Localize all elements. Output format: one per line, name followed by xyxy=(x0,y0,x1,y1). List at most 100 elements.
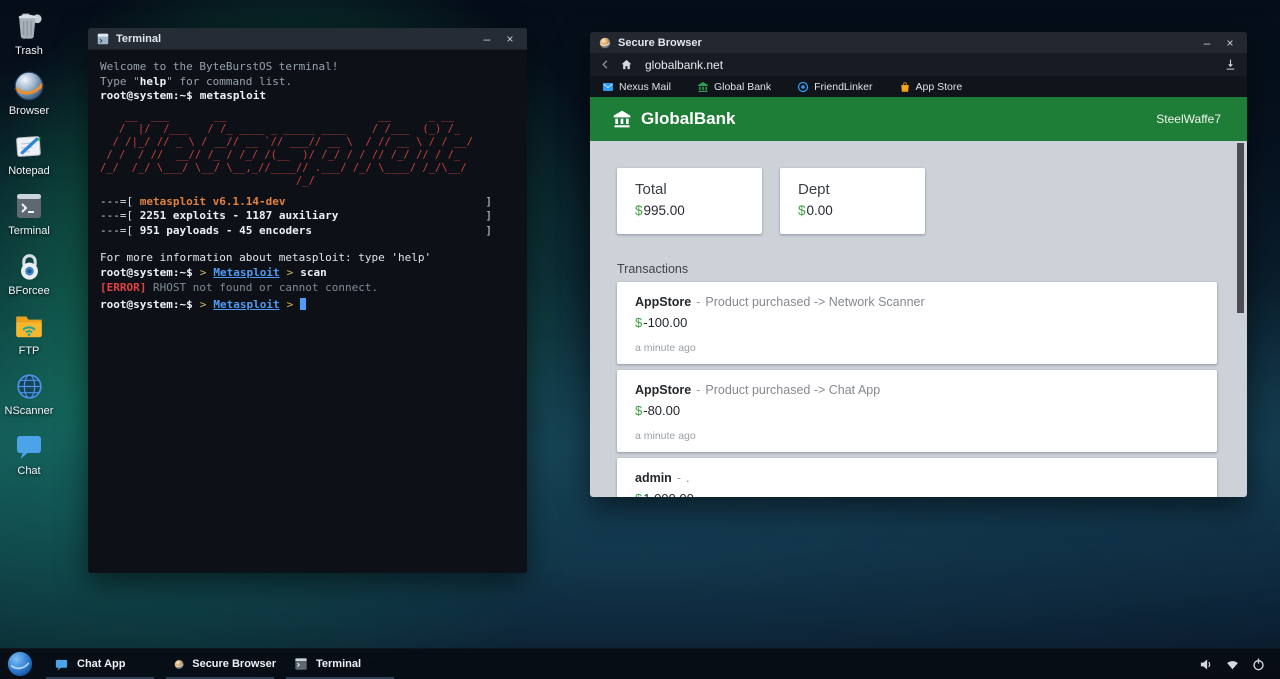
browser-navbar: globalbank.net xyxy=(590,53,1247,76)
bookmark-app-store[interactable]: App Store xyxy=(899,81,963,93)
summary-cards: Total $995.00 Dept $0.00 xyxy=(617,168,1217,234)
bookmark-label: App Store xyxy=(916,81,963,93)
desktop-icon-label: Trash xyxy=(15,45,43,57)
page-scrollbar-thumb[interactable] xyxy=(1237,143,1244,313)
terminal-cursor xyxy=(300,298,306,310)
desktop-icon-label: Terminal xyxy=(8,225,50,237)
trash-icon xyxy=(13,8,46,44)
wifi-icon[interactable] xyxy=(1225,657,1240,672)
desktop-icon-terminal[interactable]: Terminal xyxy=(4,188,54,248)
dept-amount: $0.00 xyxy=(798,203,907,218)
bookmark-friendlinker[interactable]: FriendLinker xyxy=(797,81,872,93)
terminal-scan-command-line: root@system:~$>Metasploit>scan xyxy=(100,266,515,281)
home-button[interactable] xyxy=(620,58,633,71)
bank-name: GlobalBank xyxy=(641,109,1147,129)
total-label: Total xyxy=(635,181,744,198)
transaction-amount: $-100.00 xyxy=(635,315,1199,330)
volume-icon[interactable] xyxy=(1199,657,1214,672)
desktop-icon-label: FTP xyxy=(19,345,40,357)
metasploit-ascii-banner: __ ___ __ __ _ __ / |/ /___ / /_ ____ _ … xyxy=(100,110,515,188)
start-button[interactable] xyxy=(7,651,33,677)
ftp-folder-icon xyxy=(12,308,46,344)
metasploit-version-line: ---=[ metasploit v6.1.14-dev] xyxy=(100,195,492,210)
desktop-icon-chat[interactable]: Chat xyxy=(4,428,54,488)
terminal-app-icon xyxy=(13,188,45,224)
desktop-icon-trash[interactable]: Trash xyxy=(4,8,54,68)
terminal-app-icon xyxy=(294,657,308,671)
taskbar-item-chat-app[interactable]: Chat App xyxy=(44,649,156,679)
dept-card: Dept $0.00 xyxy=(780,168,925,234)
desktop-icon-browser[interactable]: Browser xyxy=(4,68,54,128)
notepad-icon xyxy=(13,128,46,164)
bookmark-nexus-mail[interactable]: Nexus Mail xyxy=(602,81,671,93)
browser-window: Secure Browser – × globalbank.net Nexus … xyxy=(590,32,1247,497)
metasploit-stats-line-2: ---=[ 951 payloads - 45 encoders] xyxy=(100,224,492,239)
total-amount: $995.00 xyxy=(635,203,744,218)
bookmark-label: Nexus Mail xyxy=(619,81,671,93)
terminal-window: Terminal – × Welcome to the ByteBurstOS … xyxy=(88,28,527,573)
bank-icon xyxy=(697,81,709,93)
browser-titlebar[interactable]: Secure Browser – × xyxy=(590,32,1247,53)
transaction-row: AppStore-Product purchased -> Chat App $… xyxy=(617,370,1217,452)
lock-icon xyxy=(13,248,46,284)
browser-close-button[interactable]: × xyxy=(1222,37,1238,49)
taskbar-item-label: Terminal xyxy=(316,658,361,670)
terminal-titlebar[interactable]: Terminal – × xyxy=(88,28,527,50)
back-button[interactable] xyxy=(600,59,611,70)
taskbar: Chat App Secure Browser Terminal xyxy=(0,648,1280,679)
desktop-icon-notepad[interactable]: Notepad xyxy=(4,128,54,188)
address-bar[interactable]: globalbank.net xyxy=(645,58,1215,72)
desktop-icon-label: Notepad xyxy=(8,165,50,177)
mail-icon xyxy=(602,81,614,93)
transaction-time: a minute ago xyxy=(635,430,1199,442)
terminal-info-line: For more information about metasploit: t… xyxy=(100,251,515,266)
browser-window-title: Secure Browser xyxy=(618,37,1192,49)
desktop-icon-label: Chat xyxy=(17,465,40,477)
system-tray xyxy=(1199,657,1280,672)
terminal-command-line: root@system:~$metasploit xyxy=(100,89,515,104)
download-icon[interactable] xyxy=(1224,58,1237,71)
desktop-icon-bforcee[interactable]: BForcee xyxy=(4,248,54,308)
shopping-bag-icon xyxy=(899,81,911,93)
power-icon[interactable] xyxy=(1251,657,1266,672)
total-card: Total $995.00 xyxy=(617,168,762,234)
network-globe-icon xyxy=(13,368,46,404)
taskbar-item-secure-browser[interactable]: Secure Browser xyxy=(164,649,276,679)
globalbank-page: GlobalBank SteelWaffe7 Total $995.00 Dep… xyxy=(590,97,1247,497)
bookmark-label: FriendLinker xyxy=(814,81,872,93)
transaction-row: AppStore-Product purchased -> Network Sc… xyxy=(617,282,1217,364)
terminal-welcome-line: Welcome to the ByteBurstOS terminal! xyxy=(100,60,515,75)
bookmark-label: Global Bank xyxy=(714,81,771,93)
bookmarks-bar: Nexus Mail Global Bank FriendLinker App … xyxy=(590,76,1247,97)
bank-logo-icon xyxy=(612,109,632,129)
browser-minimize-button[interactable]: – xyxy=(1199,37,1215,49)
bank-username: SteelWaffe7 xyxy=(1156,112,1221,126)
chat-bubble-icon xyxy=(13,428,45,464)
terminal-titlebar-icon xyxy=(97,33,109,45)
desktop-icon-label: BForcee xyxy=(8,285,50,297)
terminal-help-hint-line: Type "help" for command list. xyxy=(100,75,515,90)
taskbar-item-label: Chat App xyxy=(77,658,125,670)
transactions-list: AppStore-Product purchased -> Network Sc… xyxy=(617,282,1217,497)
dept-label: Dept xyxy=(798,181,907,198)
browser-globe-icon xyxy=(174,657,184,672)
transaction-amount: $-80.00 xyxy=(635,403,1199,418)
terminal-output[interactable]: Welcome to the ByteBurstOS terminal! Typ… xyxy=(88,50,527,323)
bank-content: Total $995.00 Dept $0.00 Transactions Ap… xyxy=(590,141,1247,497)
desktop-icon-column: Trash Browser Notepad xyxy=(4,8,54,488)
taskbar-item-label: Secure Browser xyxy=(192,658,276,670)
transactions-title: Transactions xyxy=(617,262,1217,276)
desktop-icon-ftp[interactable]: FTP xyxy=(4,308,54,368)
bookmark-global-bank[interactable]: Global Bank xyxy=(697,81,771,93)
desktop-icon-nscanner[interactable]: NScanner xyxy=(4,368,54,428)
desktop-icon-label: NScanner xyxy=(5,405,54,417)
friendlinker-icon xyxy=(797,81,809,93)
terminal-close-button[interactable]: × xyxy=(502,33,518,45)
transaction-row: admin-. $1,000.00 a minute ago xyxy=(617,458,1217,497)
taskbar-item-terminal[interactable]: Terminal xyxy=(284,649,396,679)
browser-titlebar-icon xyxy=(599,37,611,49)
terminal-minimize-button[interactable]: – xyxy=(479,33,495,45)
terminal-error-line: [ERROR] RHOST not found or cannot connec… xyxy=(100,281,515,296)
metasploit-stats-line-1: ---=[ 2251 exploits - 1187 auxiliary] xyxy=(100,209,492,224)
terminal-active-prompt: root@system:~$>Metasploit> xyxy=(100,298,515,313)
